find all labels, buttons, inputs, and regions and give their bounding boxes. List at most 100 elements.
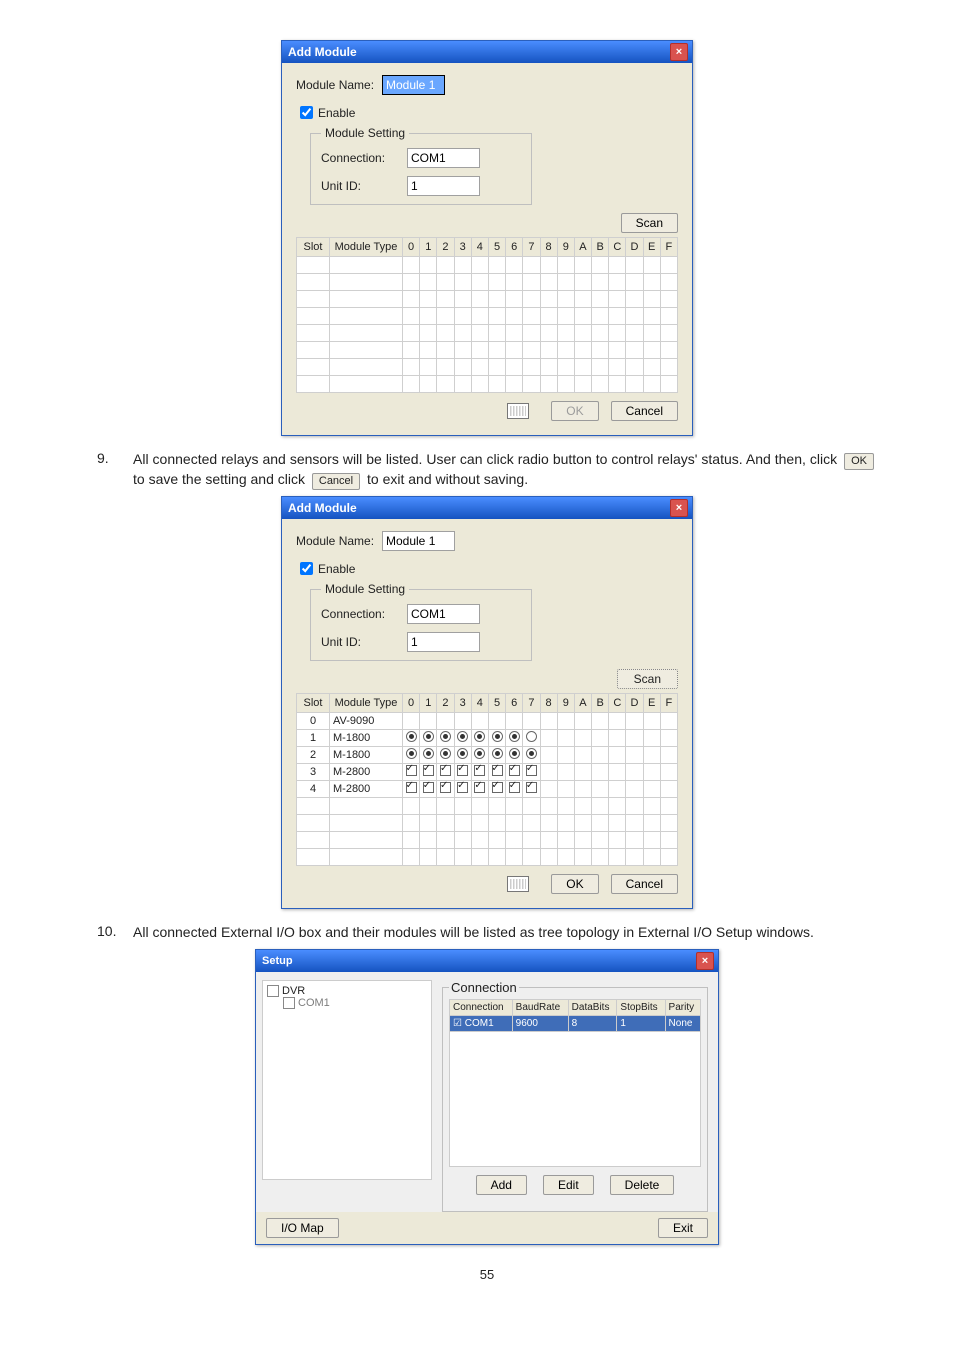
- channel-cell[interactable]: [420, 781, 437, 798]
- relay-checkbox[interactable]: [457, 782, 468, 793]
- channel-cell[interactable]: [471, 747, 488, 764]
- relay-checkbox[interactable]: [406, 765, 417, 776]
- relay-checkbox[interactable]: [509, 765, 520, 776]
- empty-cell: [420, 815, 437, 832]
- iomap-button[interactable]: I/O Map: [266, 1218, 339, 1238]
- channel-cell[interactable]: [488, 764, 505, 781]
- channel-cell: [609, 781, 626, 798]
- channel-cell[interactable]: [454, 747, 471, 764]
- channel-cell[interactable]: [403, 747, 420, 764]
- channel-cell: [643, 764, 660, 781]
- exit-button[interactable]: Exit: [658, 1218, 708, 1238]
- channel-cell[interactable]: [420, 764, 437, 781]
- channel-cell[interactable]: [403, 764, 420, 781]
- relay-radio[interactable]: [526, 731, 537, 742]
- channel-cell[interactable]: [454, 781, 471, 798]
- relay-checkbox[interactable]: [423, 782, 434, 793]
- relay-checkbox[interactable]: [509, 782, 520, 793]
- relay-checkbox[interactable]: [474, 782, 485, 793]
- device-tree[interactable]: DVR COM1: [262, 980, 432, 1180]
- relay-checkbox[interactable]: [474, 765, 485, 776]
- relay-radio[interactable]: [526, 748, 537, 759]
- tree-com[interactable]: COM1: [283, 997, 427, 1009]
- relay-checkbox[interactable]: [526, 782, 537, 793]
- channel-cell[interactable]: [523, 781, 540, 798]
- delete-button[interactable]: Delete: [610, 1175, 675, 1195]
- channel-cell[interactable]: [506, 764, 523, 781]
- relay-radio[interactable]: [509, 748, 520, 759]
- relay-checkbox[interactable]: [492, 765, 503, 776]
- relay-radio[interactable]: [406, 748, 417, 759]
- scan-button[interactable]: Scan: [617, 669, 678, 689]
- tree-root[interactable]: DVR: [267, 985, 427, 997]
- cancel-button[interactable]: Cancel: [611, 874, 678, 894]
- relay-radio[interactable]: [457, 731, 468, 742]
- channel-cell[interactable]: [471, 764, 488, 781]
- channel-cell[interactable]: [471, 730, 488, 747]
- channel-cell[interactable]: [437, 764, 454, 781]
- keyboard-icon[interactable]: [507, 876, 529, 892]
- add-button[interactable]: Add: [476, 1175, 527, 1195]
- channel-cell[interactable]: [403, 730, 420, 747]
- channel-cell[interactable]: [420, 747, 437, 764]
- channel-cell[interactable]: [506, 730, 523, 747]
- channel-cell[interactable]: [454, 730, 471, 747]
- channel-cell[interactable]: [403, 781, 420, 798]
- empty-cell: [330, 325, 403, 342]
- channel-cell[interactable]: [454, 764, 471, 781]
- channel-cell[interactable]: [506, 781, 523, 798]
- relay-radio[interactable]: [423, 731, 434, 742]
- relay-radio[interactable]: [474, 731, 485, 742]
- empty-cell: [523, 832, 540, 849]
- relay-radio[interactable]: [492, 731, 503, 742]
- module-name-input[interactable]: [382, 75, 445, 95]
- unitid-input[interactable]: [407, 176, 480, 196]
- module-name-input[interactable]: [382, 531, 455, 551]
- connection-input[interactable]: [407, 148, 480, 168]
- relay-radio[interactable]: [457, 748, 468, 759]
- enable-checkbox[interactable]: [300, 562, 313, 575]
- relay-checkbox[interactable]: [406, 782, 417, 793]
- relay-radio[interactable]: [474, 748, 485, 759]
- connection-input[interactable]: [407, 604, 480, 624]
- relay-checkbox[interactable]: [492, 782, 503, 793]
- channel-cell[interactable]: [506, 747, 523, 764]
- channel-cell[interactable]: [437, 747, 454, 764]
- relay-radio[interactable]: [406, 731, 417, 742]
- relay-checkbox[interactable]: [423, 765, 434, 776]
- channel-cell[interactable]: [488, 781, 505, 798]
- scan-button[interactable]: Scan: [621, 213, 678, 233]
- relay-radio[interactable]: [509, 731, 520, 742]
- empty-cell: [437, 257, 454, 274]
- relay-checkbox[interactable]: [457, 765, 468, 776]
- empty-cell: [592, 832, 609, 849]
- relay-checkbox[interactable]: [440, 782, 451, 793]
- enable-checkbox[interactable]: [300, 106, 313, 119]
- relay-radio[interactable]: [440, 748, 451, 759]
- ok-button[interactable]: OK: [551, 401, 598, 421]
- relay-radio[interactable]: [492, 748, 503, 759]
- cancel-button[interactable]: Cancel: [611, 401, 678, 421]
- relay-radio[interactable]: [440, 731, 451, 742]
- channel-cell[interactable]: [471, 781, 488, 798]
- channel-cell[interactable]: [523, 764, 540, 781]
- relay-checkbox[interactable]: [440, 765, 451, 776]
- channel-cell[interactable]: [523, 747, 540, 764]
- ok-button[interactable]: OK: [551, 874, 598, 894]
- relay-radio[interactable]: [423, 748, 434, 759]
- close-icon[interactable]: ×: [696, 952, 714, 970]
- edit-button[interactable]: Edit: [543, 1175, 594, 1195]
- module-table: SlotModule Type0123456789ABCDEF 0AV-9090…: [296, 693, 678, 866]
- channel-cell[interactable]: [488, 747, 505, 764]
- close-icon[interactable]: ×: [670, 43, 688, 61]
- channel-cell[interactable]: [420, 730, 437, 747]
- channel-cell[interactable]: [437, 781, 454, 798]
- relay-checkbox[interactable]: [526, 765, 537, 776]
- unitid-input[interactable]: [407, 632, 480, 652]
- close-icon[interactable]: ×: [670, 499, 688, 517]
- channel-cell[interactable]: [488, 730, 505, 747]
- channel-cell[interactable]: [523, 730, 540, 747]
- keyboard-icon[interactable]: [507, 403, 529, 419]
- connection-row[interactable]: ☑ COM1960081None: [450, 1015, 701, 1031]
- channel-cell[interactable]: [437, 730, 454, 747]
